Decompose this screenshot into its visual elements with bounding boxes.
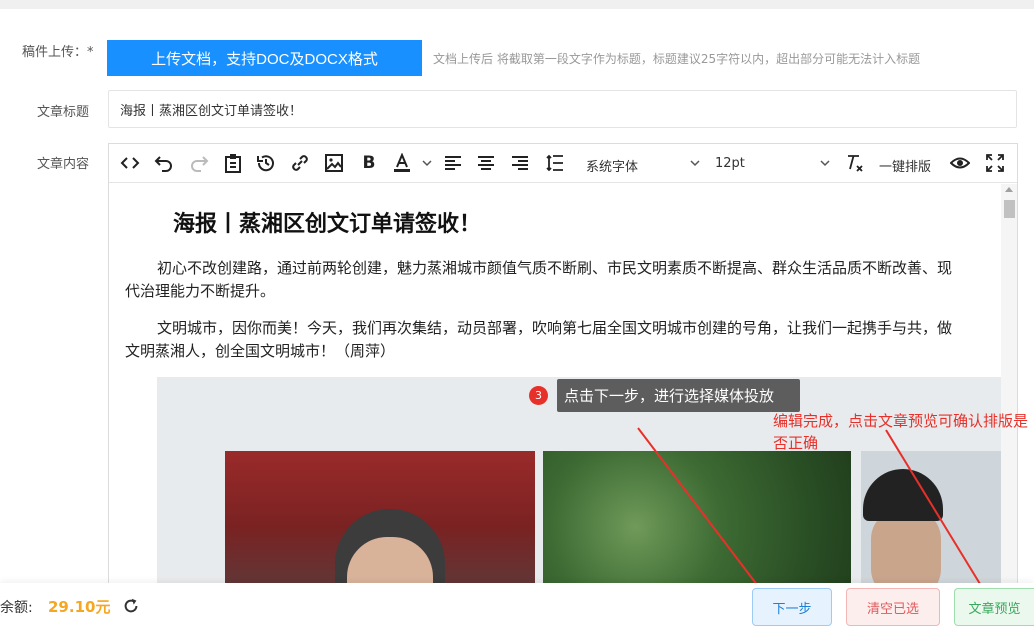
- article-title-input[interactable]: 海报丨蒸湘区创文订单请签收！: [108, 90, 1017, 128]
- guide-annotation: 编辑完成，点击文章预览可确认排版是否正确: [773, 412, 1029, 452]
- poster-photo-3: [861, 451, 1001, 583]
- align-right-icon[interactable]: [509, 152, 531, 174]
- font-color-caret-icon[interactable]: [421, 157, 433, 169]
- clear-selected-button[interactable]: 清空已选: [846, 588, 940, 626]
- editor-scrollbar[interactable]: [1001, 184, 1017, 583]
- image-icon[interactable]: [323, 152, 345, 174]
- clear-format-icon[interactable]: [844, 152, 866, 174]
- font-size-caret-icon[interactable]: [819, 157, 831, 169]
- redo-icon[interactable]: [188, 152, 210, 174]
- poster-photo-2: [543, 451, 851, 583]
- poster-photo-1: [225, 451, 535, 583]
- upload-hint-text: 文档上传后 将截取第一段文字作为标题，标题建议25字符以内，超出部分可能无法计入…: [433, 52, 921, 66]
- scroll-up-arrow-icon[interactable]: [1005, 187, 1013, 192]
- font-family-select[interactable]: 系统字体: [586, 156, 638, 175]
- bold-icon[interactable]: B: [358, 152, 380, 174]
- font-size-select[interactable]: 12pt: [715, 156, 745, 171]
- guide-tooltip: 点击下一步，进行选择媒体投放: [557, 379, 800, 412]
- next-step-button[interactable]: 下一步: [752, 588, 832, 626]
- content-label: 文章内容: [37, 157, 90, 172]
- required-mark: *: [87, 45, 94, 60]
- editor-content-area[interactable]: 海报丨蒸湘区创文订单请签收！ 初心不改创建路，通过前两轮创建，魅力蒸湘城市颜值气…: [109, 184, 1001, 583]
- history-icon[interactable]: [255, 152, 277, 174]
- editor-toolbar: B 系统字体 12pt 一键排版: [109, 144, 1017, 183]
- code-icon[interactable]: [119, 152, 141, 174]
- scrollbar-thumb[interactable]: [1004, 200, 1015, 218]
- article-paragraph-2: 文明城市，因你而美！今天，我们再次集结，动员部署，吹响第七届全国文明城市创建的号…: [125, 319, 953, 360]
- preview-eye-icon[interactable]: [949, 152, 971, 174]
- top-divider-strip: [0, 0, 1034, 9]
- link-icon[interactable]: [289, 152, 311, 174]
- article-heading: 海报丨蒸湘区创文订单请签收！: [173, 212, 482, 237]
- align-left-icon[interactable]: [442, 152, 464, 174]
- one-click-layout-button[interactable]: 一键排版: [879, 156, 931, 175]
- balance-value: 29.10元: [48, 598, 111, 616]
- align-center-icon[interactable]: [475, 152, 497, 174]
- article-paragraph-1: 初心不改创建路，通过前两轮创建，魅力蒸湘城市颜值气质不断刷、市民文明素质不断提高…: [125, 259, 953, 300]
- balance-label: 余额:: [0, 600, 33, 616]
- article-preview-button[interactable]: 文章预览: [954, 588, 1034, 626]
- paste-icon[interactable]: [222, 152, 244, 174]
- guide-step-badge: 3: [529, 386, 548, 405]
- font-color-icon[interactable]: [391, 152, 413, 174]
- font-family-caret-icon[interactable]: [689, 157, 701, 169]
- undo-icon[interactable]: [153, 152, 175, 174]
- upload-document-button[interactable]: 上传文档，支持DOC及DOCX格式: [107, 40, 422, 76]
- title-label: 文章标题: [37, 105, 90, 120]
- rich-text-editor[interactable]: B 系统字体 12pt 一键排版 海报丨蒸湘区创文订单请签收！ 初心不改创建路，…: [108, 143, 1018, 583]
- upload-label: 稿件上传：*: [22, 45, 94, 60]
- fullscreen-icon[interactable]: [984, 152, 1006, 174]
- line-height-icon[interactable]: [544, 152, 566, 174]
- refresh-icon[interactable]: [122, 597, 140, 615]
